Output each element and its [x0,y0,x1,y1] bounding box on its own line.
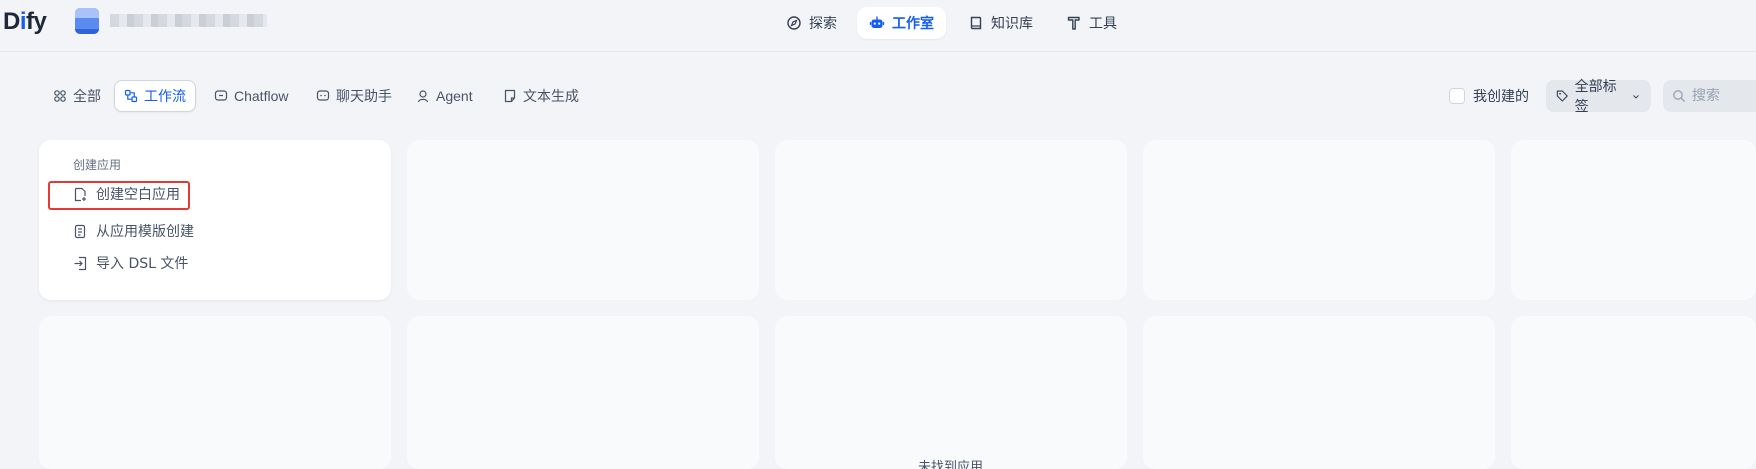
search-input[interactable] [1692,88,1756,104]
nav-explore-label: 探索 [809,16,837,32]
create-from-template-label: 从应用模版创建 [96,224,194,240]
logo-prefix: D [3,8,20,35]
compass-icon [787,16,801,30]
tab-all-label: 全部 [73,88,101,104]
chat-bot-icon [316,90,330,101]
app-card-placeholder [1143,140,1495,300]
chevron-down-icon [1633,94,1639,99]
nav-knowledge[interactable]: 知识库 [956,7,1045,39]
tab-chat-assistant[interactable]: 聊天助手 [307,80,401,112]
tab-text-generation[interactable]: 文本生成 [494,80,588,112]
tab-workflow[interactable]: 工作流 [114,80,196,112]
created-by-me-checkbox[interactable] [1449,88,1465,104]
create-from-template-button[interactable]: 从应用模版创建 [73,220,194,242]
nav-explore[interactable]: 探索 [774,7,849,39]
import-dsl-label: 导入 DSL 文件 [96,256,189,272]
app-card-placeholder [407,140,759,300]
tag-filter-dropdown[interactable]: 全部标签 [1546,79,1651,115]
nav-studio[interactable]: 工作室 [857,7,946,39]
agent-icon [417,90,429,103]
empty-state-text: 未找到应用 [918,460,984,469]
tag-icon [1556,90,1568,102]
robot-icon [869,16,885,28]
hammer-icon [1067,16,1080,30]
create-app-card: 创建应用 创建空白应用 从应用模版创建 导入 DSL 文件 [39,140,391,300]
tab-all[interactable]: 全部 [44,80,110,112]
app-card-placeholder [1511,316,1756,469]
app-card-placeholder [39,316,391,469]
template-icon [74,224,86,238]
app-card-placeholder [407,316,759,469]
workspace-icon[interactable] [75,8,99,34]
create-blank-app-label: 创建空白应用 [96,187,180,203]
nav-knowledge-label: 知识库 [991,16,1033,32]
logo-suffix: fy [26,8,47,35]
nav-tools[interactable]: 工具 [1054,7,1129,39]
search-box[interactable] [1663,80,1756,112]
tab-chat-assistant-label: 聊天助手 [336,88,392,104]
chat-bubble-icon [214,90,228,101]
nav-tools-label: 工具 [1089,16,1117,32]
tab-chatflow[interactable]: Chatflow [205,80,297,112]
grid-icon [54,90,66,102]
app-card-placeholder [775,140,1127,300]
tab-agent-label: Agent [436,88,473,104]
tab-workflow-label: 工作流 [144,88,186,104]
tab-text-generation-label: 文本生成 [523,88,579,104]
document-icon [504,89,516,103]
tab-chatflow-label: Chatflow [234,88,289,104]
tag-filter-label: 全部标签 [1574,79,1617,115]
search-icon [1673,90,1685,102]
nav-studio-label: 工作室 [892,16,934,32]
workflow-icon [124,89,138,103]
app-card-placeholder [775,316,1127,469]
workspace-name-redacted[interactable] [110,14,267,27]
import-icon [74,256,87,270]
tab-agent[interactable]: Agent [407,80,482,112]
create-blank-app-button[interactable]: 创建空白应用 [73,183,180,205]
new-file-icon [74,187,86,201]
book-icon [970,16,982,30]
dify-logo[interactable]: Dify [3,8,47,36]
app-card-placeholder [1143,316,1495,469]
import-dsl-button[interactable]: 导入 DSL 文件 [73,252,188,274]
create-app-title: 创建应用 [73,158,122,172]
created-by-me-label: 我创建的 [1473,89,1529,105]
created-by-me-filter[interactable]: 我创建的 [1449,86,1529,106]
app-card-placeholder [1511,140,1756,300]
